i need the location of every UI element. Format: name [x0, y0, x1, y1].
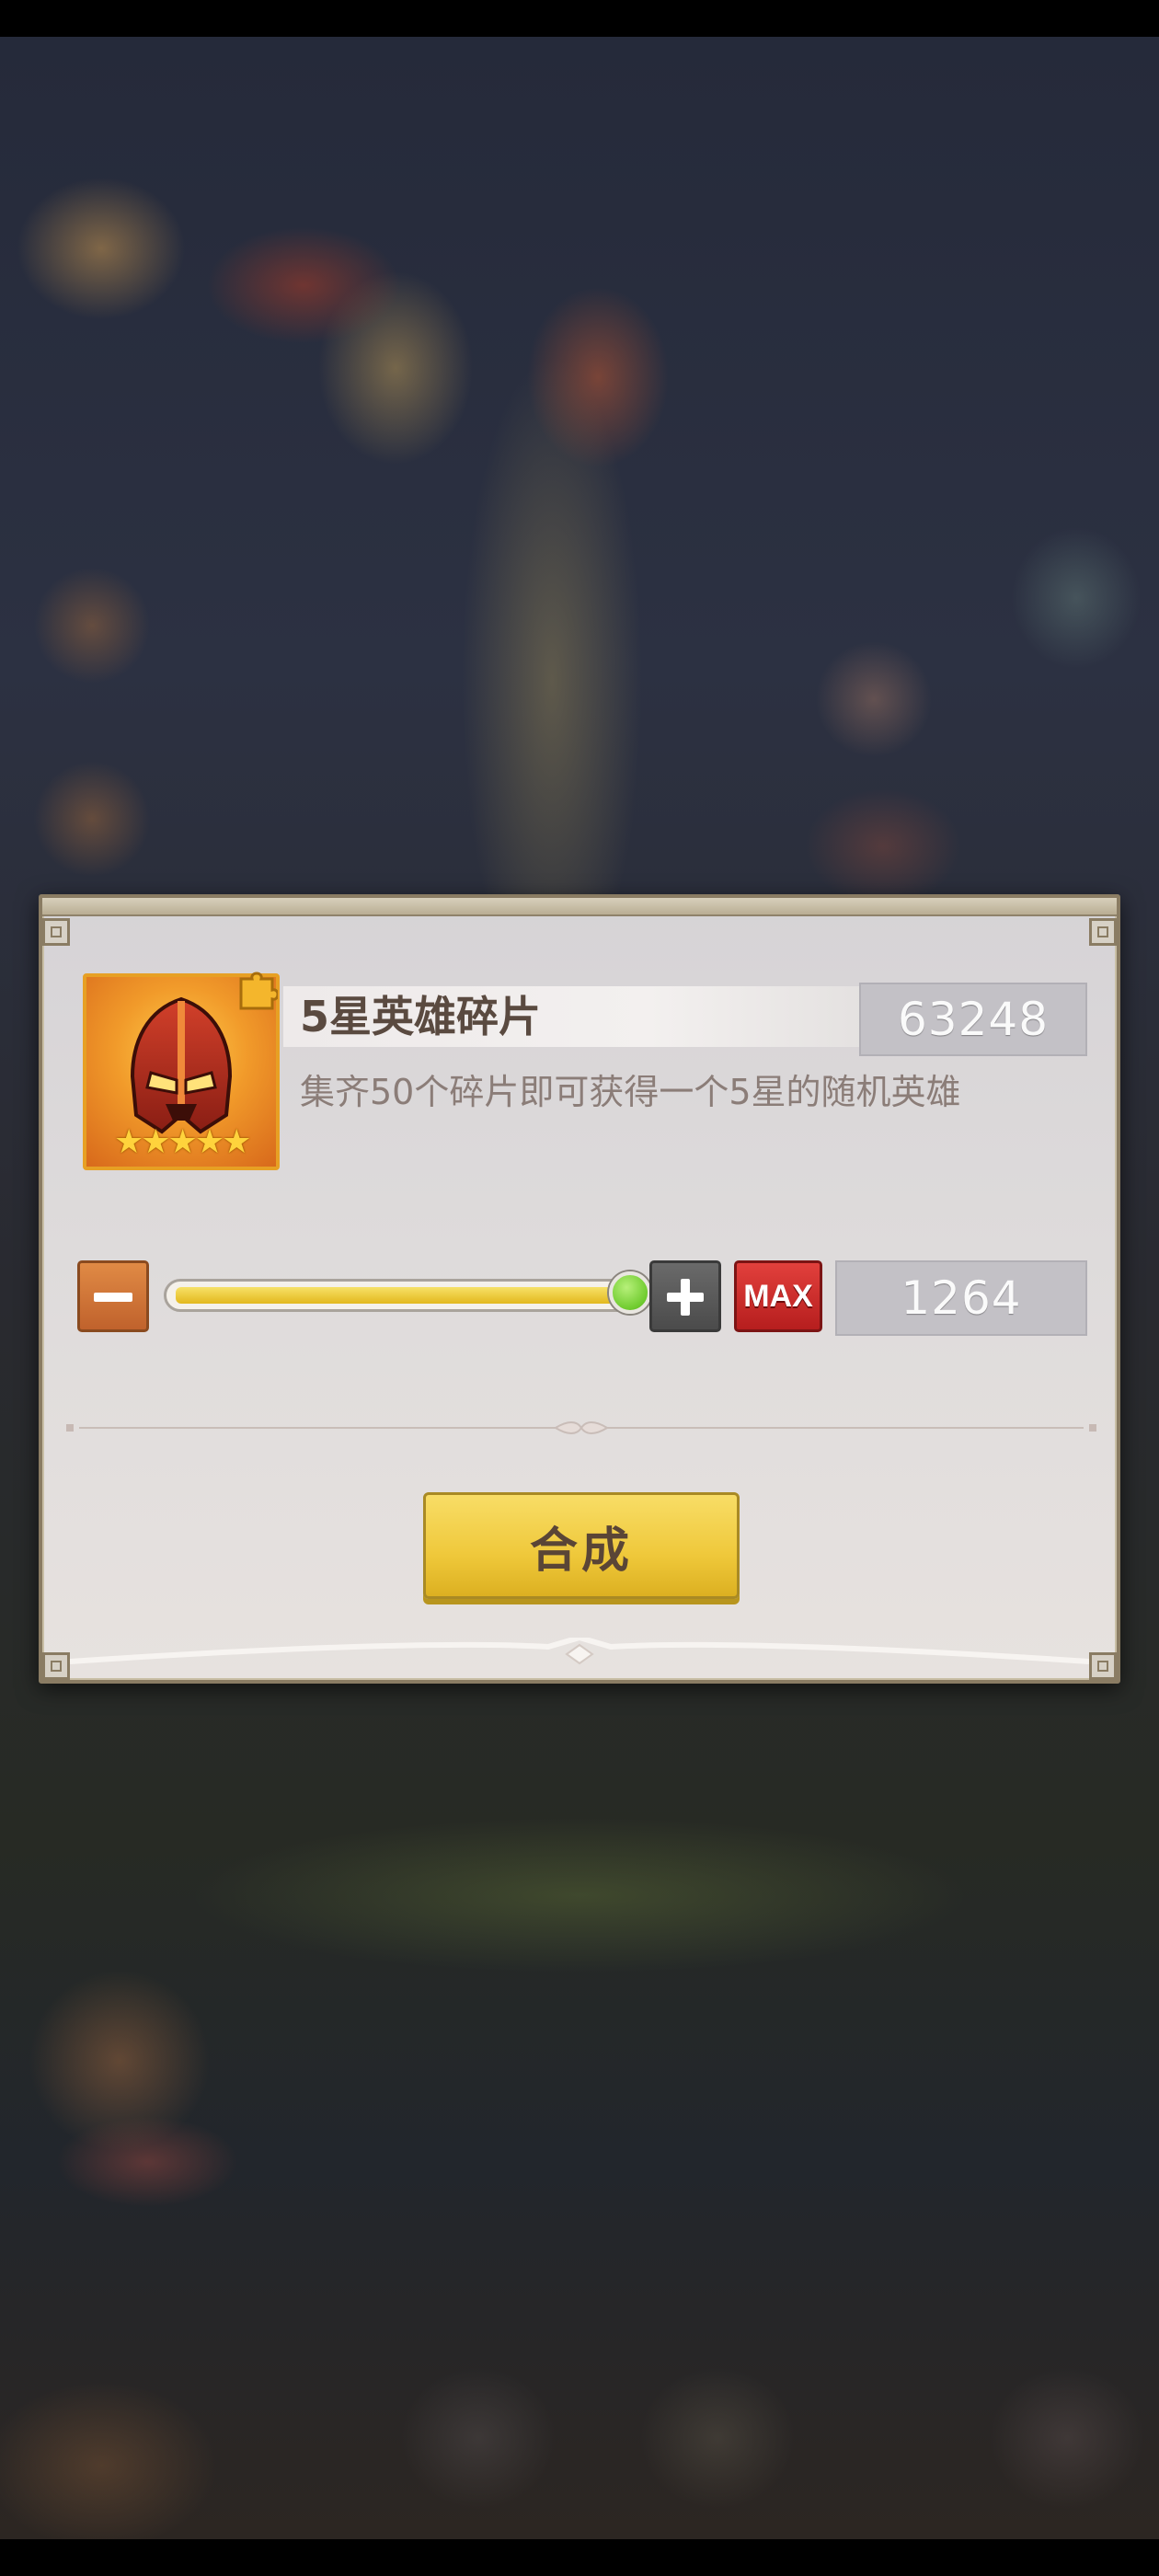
slider-fill [176, 1287, 625, 1304]
quantity-slider[interactable] [164, 1279, 651, 1312]
corner-ornament [42, 918, 70, 946]
corner-ornament [1089, 918, 1117, 946]
corner-ornament [42, 1652, 70, 1680]
increase-button[interactable] [649, 1260, 721, 1332]
slider-handle[interactable] [609, 1271, 651, 1314]
quantity-value: 1264 [835, 1260, 1087, 1336]
ornamental-divider [66, 1421, 1096, 1434]
status-bar [0, 0, 1159, 37]
synthesize-button[interactable]: 合成 [423, 1492, 740, 1599]
item-title: 5星英雄碎片 [300, 992, 542, 1041]
item-description: 集齐50个碎片即可获得一个5星的随机英雄 [300, 1072, 961, 1112]
navigation-bar [0, 2539, 1159, 2576]
dialog-top-border [42, 898, 1117, 916]
hero-shard-synthesis-dialog: ★★★★★ 5星英雄碎片 63248 集齐50个碎片即可获得一个5星的随机英雄 … [39, 894, 1120, 1684]
star-rating: ★★★★★ [114, 1123, 251, 1161]
corner-ornament [1089, 1652, 1117, 1680]
owned-count: 63248 [859, 983, 1087, 1056]
decrease-button[interactable] [77, 1260, 149, 1332]
max-button[interactable]: MAX [734, 1260, 822, 1332]
puzzle-piece-icon [239, 972, 278, 1010]
bottom-ornament [70, 1638, 1089, 1665]
